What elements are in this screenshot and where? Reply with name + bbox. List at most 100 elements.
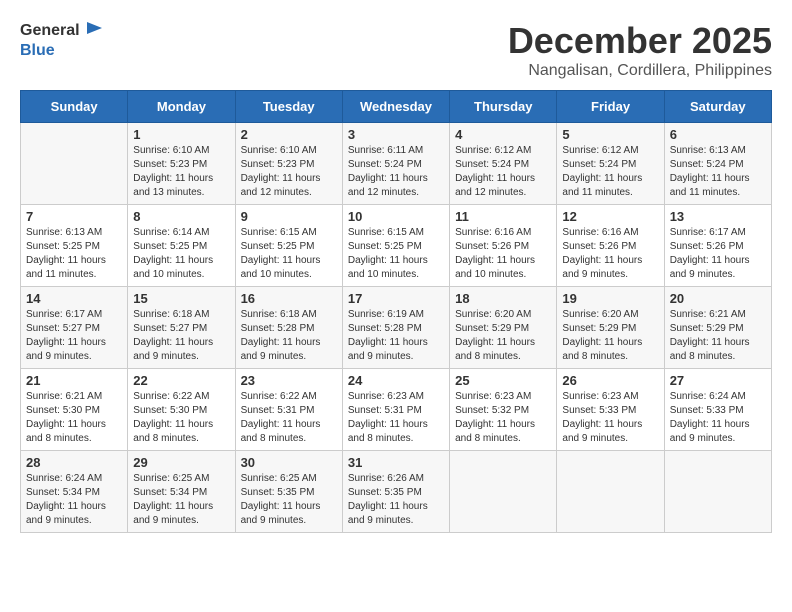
day-number: 21 bbox=[26, 373, 122, 388]
day-number: 31 bbox=[348, 455, 444, 470]
calendar-cell: 6Sunrise: 6:13 AM Sunset: 5:24 PM Daylig… bbox=[664, 123, 771, 205]
calendar-cell: 1 Sunrise: 6:10 AM Sunset: 5:23 PM Daylig… bbox=[128, 123, 235, 205]
calendar-header: SundayMondayTuesdayWednesdayThursdayFrid… bbox=[21, 91, 772, 123]
calendar-cell: 28Sunrise: 6:24 AM Sunset: 5:34 PM Dayli… bbox=[21, 451, 128, 533]
day-info: Sunrise: 6:24 AM Sunset: 5:34 PM Dayligh… bbox=[26, 472, 122, 528]
day-info: Sunrise: 6:17 AM Sunset: 5:26 PM Dayligh… bbox=[670, 226, 766, 282]
calendar-cell bbox=[21, 123, 128, 205]
day-number: 14 bbox=[26, 291, 122, 306]
calendar-cell: 27 Sunrise: 6:24 AM Sunset: 5:33 PM Dayli… bbox=[664, 369, 771, 451]
logo-flag-icon bbox=[82, 20, 104, 42]
day-number: 8 bbox=[133, 209, 229, 224]
day-number: 16 bbox=[241, 291, 337, 306]
calendar-cell: 24 Sunrise: 6:23 AM Sunset: 5:31 PM Dayli… bbox=[342, 369, 449, 451]
day-number: 18 bbox=[455, 291, 551, 306]
day-info: Sunrise: 6:15 AM Sunset: 5:25 PM Dayligh… bbox=[348, 226, 444, 282]
day-info: Sunrise: 6:10 AM Sunset: 5:23 PM Dayligh… bbox=[241, 144, 337, 200]
calendar-week-row: 14 Sunrise: 6:17 AM Sunset: 5:27 PM Dayli… bbox=[21, 287, 772, 369]
day-number: 6 bbox=[670, 127, 766, 142]
day-number: 24 bbox=[348, 373, 444, 388]
day-number: 30 bbox=[241, 455, 337, 470]
day-info: Sunrise: 6:18 AM Sunset: 5:28 PM Dayligh… bbox=[241, 308, 337, 364]
calendar-cell: 26Sunrise: 6:23 AM Sunset: 5:33 PM Dayli… bbox=[557, 369, 664, 451]
day-number: 26 bbox=[562, 373, 658, 388]
day-info: Sunrise: 6:11 AM Sunset: 5:24 PM Dayligh… bbox=[348, 144, 444, 200]
day-info: Sunrise: 6:23 AM Sunset: 5:32 PM Dayligh… bbox=[455, 390, 551, 446]
calendar-cell: 20Sunrise: 6:21 AM Sunset: 5:29 PM Dayli… bbox=[664, 287, 771, 369]
day-number: 15 bbox=[133, 291, 229, 306]
day-info: Sunrise: 6:16 AM Sunset: 5:26 PM Dayligh… bbox=[455, 226, 551, 282]
day-info: Sunrise: 6:26 AM Sunset: 5:35 PM Dayligh… bbox=[348, 472, 444, 528]
day-number: 4 bbox=[455, 127, 551, 142]
calendar-cell: 22 Sunrise: 6:22 AM Sunset: 5:30 PM Dayli… bbox=[128, 369, 235, 451]
calendar-cell: 11Sunrise: 6:16 AM Sunset: 5:26 PM Dayli… bbox=[450, 205, 557, 287]
calendar-body: 1 Sunrise: 6:10 AM Sunset: 5:23 PM Daylig… bbox=[21, 123, 772, 533]
day-info: Sunrise: 6:19 AM Sunset: 5:28 PM Dayligh… bbox=[348, 308, 444, 364]
calendar-cell: 17 Sunrise: 6:19 AM Sunset: 5:28 PM Dayli… bbox=[342, 287, 449, 369]
logo: General Blue bbox=[20, 20, 104, 60]
weekday-header: Sunday bbox=[21, 91, 128, 123]
weekday-row: SundayMondayTuesdayWednesdayThursdayFrid… bbox=[21, 91, 772, 123]
day-info: Sunrise: 6:10 AM Sunset: 5:23 PM Dayligh… bbox=[133, 144, 229, 200]
weekday-header: Thursday bbox=[450, 91, 557, 123]
day-info: Sunrise: 6:17 AM Sunset: 5:27 PM Dayligh… bbox=[26, 308, 122, 364]
calendar-week-row: 7Sunrise: 6:13 AM Sunset: 5:25 PM Daylig… bbox=[21, 205, 772, 287]
day-info: Sunrise: 6:14 AM Sunset: 5:25 PM Dayligh… bbox=[133, 226, 229, 282]
day-info: Sunrise: 6:23 AM Sunset: 5:31 PM Dayligh… bbox=[348, 390, 444, 446]
day-info: Sunrise: 6:22 AM Sunset: 5:30 PM Dayligh… bbox=[133, 390, 229, 446]
calendar-week-row: 1 Sunrise: 6:10 AM Sunset: 5:23 PM Daylig… bbox=[21, 123, 772, 205]
weekday-header: Monday bbox=[128, 91, 235, 123]
calendar-cell: 7Sunrise: 6:13 AM Sunset: 5:25 PM Daylig… bbox=[21, 205, 128, 287]
calendar-cell: 16 Sunrise: 6:18 AM Sunset: 5:28 PM Dayli… bbox=[235, 287, 342, 369]
day-info: Sunrise: 6:22 AM Sunset: 5:31 PM Dayligh… bbox=[241, 390, 337, 446]
day-info: Sunrise: 6:20 AM Sunset: 5:29 PM Dayligh… bbox=[562, 308, 658, 364]
day-number: 23 bbox=[241, 373, 337, 388]
calendar-cell: 29Sunrise: 6:25 AM Sunset: 5:34 PM Dayli… bbox=[128, 451, 235, 533]
calendar-week-row: 28Sunrise: 6:24 AM Sunset: 5:34 PM Dayli… bbox=[21, 451, 772, 533]
weekday-header: Saturday bbox=[664, 91, 771, 123]
calendar-cell: 8 Sunrise: 6:14 AM Sunset: 5:25 PM Daylig… bbox=[128, 205, 235, 287]
day-number: 13 bbox=[670, 209, 766, 224]
day-number: 27 bbox=[670, 373, 766, 388]
day-number: 3 bbox=[348, 127, 444, 142]
logo-text: General Blue bbox=[20, 20, 104, 60]
calendar-cell: 18 Sunrise: 6:20 AM Sunset: 5:29 PM Dayli… bbox=[450, 287, 557, 369]
location-title: Nangalisan, Cordillera, Philippines bbox=[508, 62, 772, 80]
day-info: Sunrise: 6:12 AM Sunset: 5:24 PM Dayligh… bbox=[455, 144, 551, 200]
calendar-cell: 15 Sunrise: 6:18 AM Sunset: 5:27 PM Dayli… bbox=[128, 287, 235, 369]
day-number: 10 bbox=[348, 209, 444, 224]
day-number: 12 bbox=[562, 209, 658, 224]
header: General Blue December 2025 Nangalisan, C… bbox=[20, 20, 772, 80]
calendar-cell bbox=[557, 451, 664, 533]
weekday-header: Wednesday bbox=[342, 91, 449, 123]
calendar-cell: 19Sunrise: 6:20 AM Sunset: 5:29 PM Dayli… bbox=[557, 287, 664, 369]
day-number: 7 bbox=[26, 209, 122, 224]
logo-blue: Blue bbox=[20, 42, 104, 60]
calendar-cell: 3 Sunrise: 6:11 AM Sunset: 5:24 PM Daylig… bbox=[342, 123, 449, 205]
calendar-week-row: 21 Sunrise: 6:21 AM Sunset: 5:30 PM Dayli… bbox=[21, 369, 772, 451]
day-number: 1 bbox=[133, 127, 229, 142]
day-info: Sunrise: 6:21 AM Sunset: 5:30 PM Dayligh… bbox=[26, 390, 122, 446]
day-info: Sunrise: 6:18 AM Sunset: 5:27 PM Dayligh… bbox=[133, 308, 229, 364]
month-title: December 2025 bbox=[508, 20, 772, 62]
logo-general: General bbox=[20, 22, 80, 40]
day-number: 22 bbox=[133, 373, 229, 388]
day-number: 17 bbox=[348, 291, 444, 306]
calendar-cell: 5 Sunrise: 6:12 AM Sunset: 5:24 PM Daylig… bbox=[557, 123, 664, 205]
calendar-cell: 25Sunrise: 6:23 AM Sunset: 5:32 PM Dayli… bbox=[450, 369, 557, 451]
calendar-cell: 31 Sunrise: 6:26 AM Sunset: 5:35 PM Dayli… bbox=[342, 451, 449, 533]
weekday-header: Friday bbox=[557, 91, 664, 123]
day-info: Sunrise: 6:25 AM Sunset: 5:35 PM Dayligh… bbox=[241, 472, 337, 528]
day-info: Sunrise: 6:20 AM Sunset: 5:29 PM Dayligh… bbox=[455, 308, 551, 364]
calendar-cell bbox=[450, 451, 557, 533]
day-info: Sunrise: 6:25 AM Sunset: 5:34 PM Dayligh… bbox=[133, 472, 229, 528]
day-number: 5 bbox=[562, 127, 658, 142]
day-info: Sunrise: 6:24 AM Sunset: 5:33 PM Dayligh… bbox=[670, 390, 766, 446]
day-info: Sunrise: 6:15 AM Sunset: 5:25 PM Dayligh… bbox=[241, 226, 337, 282]
calendar: SundayMondayTuesdayWednesdayThursdayFrid… bbox=[20, 90, 772, 533]
weekday-header: Tuesday bbox=[235, 91, 342, 123]
title-area: December 2025 Nangalisan, Cordillera, Ph… bbox=[508, 20, 772, 80]
calendar-cell: 9Sunrise: 6:15 AM Sunset: 5:25 PM Daylig… bbox=[235, 205, 342, 287]
day-info: Sunrise: 6:12 AM Sunset: 5:24 PM Dayligh… bbox=[562, 144, 658, 200]
calendar-cell: 14 Sunrise: 6:17 AM Sunset: 5:27 PM Dayli… bbox=[21, 287, 128, 369]
